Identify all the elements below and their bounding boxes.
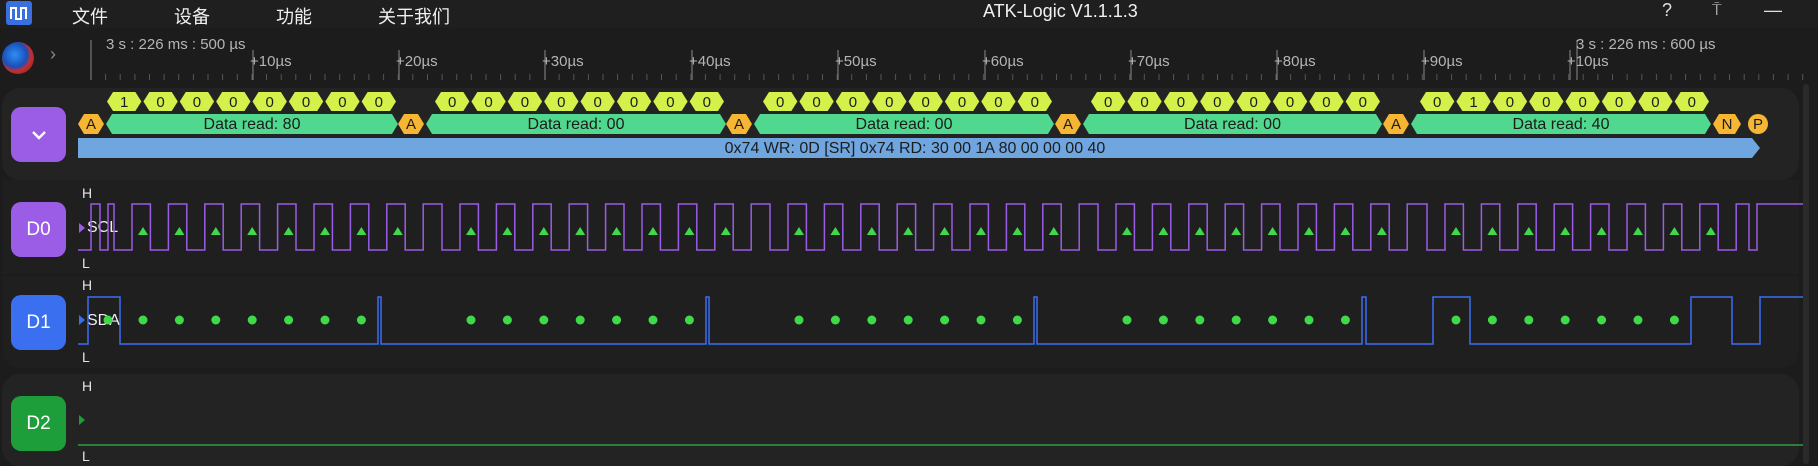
scl-rising-edge-marker [1633, 227, 1643, 235]
sda-sample-dot [1122, 315, 1132, 325]
sda-sample-dot [1487, 315, 1497, 325]
sda-sample-dot [648, 315, 658, 325]
scl-rising-edge-marker [320, 227, 330, 235]
scl-rising-edge-marker [976, 227, 986, 235]
sda-sample-dot [356, 315, 366, 325]
sda-sample-dot [284, 315, 294, 325]
scl-rising-edge-marker [794, 227, 804, 235]
scl-rising-edge-marker [1231, 227, 1242, 235]
scl-rising-edge-marker [1523, 227, 1534, 235]
sda-sample-dot [1451, 315, 1461, 325]
sda-sample-dot [502, 315, 512, 325]
sda-sample-dot [539, 315, 549, 325]
sda-sample-dot [1597, 315, 1607, 325]
sda-sample-dot [830, 315, 840, 325]
scl-rising-edge-marker [830, 227, 841, 235]
waveform-area[interactable] [0, 0, 1818, 464]
scl-rising-edge-marker [1194, 227, 1205, 235]
channel-trigger-icon[interactable] [79, 223, 85, 233]
sda-sample-dot [1669, 315, 1679, 325]
sda-sample-dot [1560, 315, 1570, 325]
scl-rising-edge-marker [1012, 227, 1023, 235]
channel-trigger-icon[interactable] [79, 415, 85, 425]
sda-sample-dot [247, 315, 257, 325]
sda-sample-dot [1633, 315, 1643, 325]
sda-sample-dot [794, 315, 804, 325]
scl-waveform [78, 203, 1805, 251]
scl-rising-edge-marker [720, 227, 731, 235]
sda-sample-dot [320, 315, 330, 325]
scl-rising-edge-marker [466, 227, 476, 235]
scl-rising-edge-marker [210, 227, 221, 235]
scl-rising-edge-marker [1560, 227, 1571, 235]
scl-rising-edge-marker [1376, 227, 1387, 235]
sda-sample-dot [174, 315, 184, 325]
vertical-scrollbar[interactable] [1803, 84, 1809, 464]
scl-rising-edge-marker [1267, 227, 1278, 235]
scl-rising-edge-marker [866, 227, 877, 235]
sda-sample-dot [1340, 315, 1350, 325]
sda-sample-dot [138, 315, 148, 325]
scl-rising-edge-marker [1596, 227, 1607, 235]
sda-sample-dot [903, 315, 913, 325]
sda-sample-dot [867, 315, 877, 325]
sda-sample-dot [1158, 315, 1168, 325]
sda-sample-dot [1195, 315, 1205, 325]
sda-sample-dot [684, 315, 694, 325]
sda-sample-dot [211, 315, 221, 325]
scl-rising-edge-marker [648, 227, 658, 235]
scl-rising-edge-marker [1451, 227, 1461, 235]
sda-sample-dot [612, 315, 622, 325]
sda-sample-dot [103, 315, 113, 325]
sda-sample-dot [1012, 315, 1022, 325]
scl-rising-edge-marker [502, 227, 513, 235]
sda-sample-dot [940, 315, 950, 325]
sda-sample-dot [1231, 315, 1241, 325]
scl-rising-edge-marker [247, 227, 258, 235]
scl-rising-edge-marker [283, 227, 294, 235]
sda-sample-dot [1304, 315, 1314, 325]
sda-sample-dot [575, 315, 585, 325]
scl-rising-edge-marker [1304, 227, 1314, 235]
scl-rising-edge-marker [611, 227, 622, 235]
channel-trigger-icon[interactable] [79, 315, 85, 325]
sda-sample-dot [1268, 315, 1278, 325]
scl-rising-edge-marker [939, 227, 950, 235]
scl-rising-edge-marker [1669, 227, 1680, 235]
scl-rising-edge-marker [1705, 227, 1716, 235]
scl-rising-edge-marker [1122, 227, 1132, 235]
scl-rising-edge-marker [1487, 227, 1498, 235]
scl-rising-edge-marker [356, 227, 367, 235]
scl-rising-edge-marker [903, 227, 914, 235]
scl-rising-edge-marker [392, 227, 403, 235]
scl-rising-edge-marker [1158, 227, 1169, 235]
scl-rising-edge-marker [1340, 227, 1351, 235]
scl-rising-edge-marker [538, 227, 549, 235]
sda-sample-dot [466, 315, 476, 325]
sda-sample-dot [976, 315, 986, 325]
scl-rising-edge-marker [138, 227, 148, 235]
scl-rising-edge-marker [684, 227, 695, 235]
scl-rising-edge-marker [174, 227, 185, 235]
scl-rising-edge-marker [1048, 227, 1059, 235]
sda-sample-dot [1524, 315, 1534, 325]
scl-rising-edge-marker [575, 227, 586, 235]
